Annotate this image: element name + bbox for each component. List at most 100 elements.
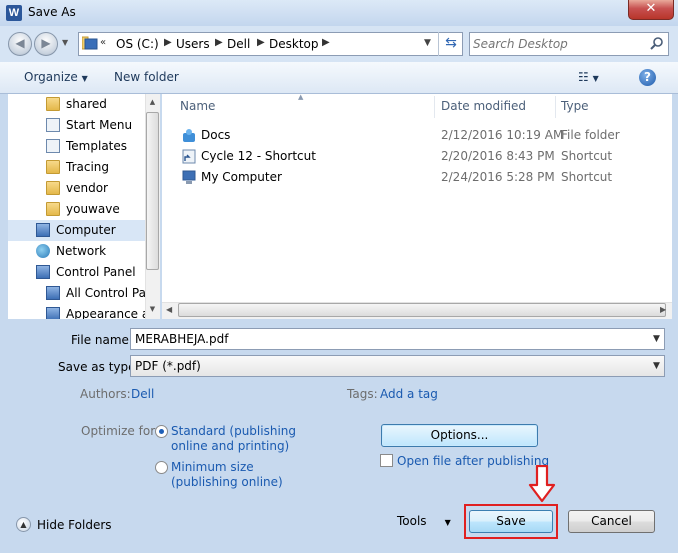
control-panel-icon: [36, 265, 50, 279]
back-button[interactable]: ◀: [8, 32, 32, 56]
scroll-right-icon[interactable]: ▶: [660, 305, 666, 314]
title-bar: [0, 0, 678, 26]
nav-item-network[interactable]: Network: [8, 241, 146, 262]
standard-label-line2: online and printing): [171, 439, 290, 453]
scroll-down-icon[interactable]: ▼: [146, 305, 159, 313]
toolbar: [0, 62, 678, 94]
optimize-for-label: Optimize for:: [81, 424, 159, 438]
annotation-arrow-icon: [528, 465, 556, 503]
view-icon: ☷: [578, 70, 589, 84]
nav-item-label: Tracing: [66, 160, 110, 174]
open-after-publishing-label[interactable]: Open file after publishing: [397, 454, 549, 468]
chevron-down-icon[interactable]: ▼: [653, 334, 660, 344]
nav-item-appearance[interactable]: Appearance ar: [8, 304, 154, 319]
hide-folders-icon[interactable]: ▲: [16, 517, 31, 532]
standard-radio[interactable]: [155, 425, 168, 438]
column-divider[interactable]: [434, 96, 435, 118]
network-icon: [36, 244, 50, 258]
organize-label: Organize: [24, 70, 78, 84]
breadcrumb-dell[interactable]: Dell: [227, 37, 250, 51]
file-type: Shortcut: [561, 170, 613, 184]
tools-button[interactable]: Tools ▼: [397, 514, 451, 528]
word-app-icon: W: [6, 5, 22, 21]
nav-item-templates[interactable]: Templates: [8, 136, 146, 157]
breadcrumb-users[interactable]: Users: [176, 37, 210, 51]
file-row-my-computer[interactable]: My Computer 2/24/2016 5:28 PM Shortcut: [176, 167, 666, 188]
breadcrumb-desktop[interactable]: Desktop: [269, 37, 319, 51]
refresh-icon[interactable]: ⇆: [438, 32, 463, 56]
navigation-pane[interactable]: shared Start Menu Templates Tracing vend…: [8, 94, 160, 319]
chevron-down-icon: ▼: [81, 74, 88, 83]
file-type: Shortcut: [561, 149, 613, 163]
nav-item-youwave[interactable]: youwave: [8, 199, 146, 220]
breadcrumb-separator[interactable]: ▶: [164, 37, 172, 48]
folder-location-icon: [82, 36, 98, 50]
window-title: Save As: [28, 5, 76, 19]
file-date: 2/24/2016 5:28 PM: [441, 170, 555, 184]
breadcrumb-separator[interactable]: ▶: [215, 37, 223, 48]
minimum-size-option-label[interactable]: Minimum size (publishing online): [171, 460, 283, 490]
minimum-size-radio[interactable]: [155, 461, 168, 474]
file-type: File folder: [561, 128, 620, 142]
folder-icon: [46, 97, 60, 111]
column-divider[interactable]: [555, 96, 556, 118]
breadcrumb-separator[interactable]: ▶: [322, 37, 330, 48]
control-panel-icon: [46, 307, 60, 319]
scroll-up-icon[interactable]: ▲: [146, 98, 159, 106]
file-name-input[interactable]: [130, 328, 665, 350]
search-input[interactable]: [473, 36, 643, 52]
nav-item-label: shared: [66, 97, 107, 111]
add-tag-link[interactable]: Add a tag: [380, 387, 438, 401]
save-as-type-select[interactable]: PDF (*.pdf): [130, 355, 665, 377]
shortcut-icon: [182, 149, 196, 164]
column-header-date[interactable]: Date modified: [441, 99, 526, 113]
scroll-left-icon[interactable]: ◀: [166, 305, 172, 314]
file-date: 2/20/2016 8:43 PM: [441, 149, 555, 163]
file-name: Docs: [201, 128, 231, 142]
save-button[interactable]: Save: [469, 510, 553, 533]
nav-item-label: Templates: [66, 139, 128, 153]
nav-item-start-menu[interactable]: Start Menu: [8, 115, 146, 136]
help-icon[interactable]: ?: [639, 69, 656, 86]
standard-label-line1: Standard (publishing: [171, 424, 297, 438]
file-list-scroll-thumb[interactable]: [178, 303, 666, 317]
nav-item-computer[interactable]: Computer: [8, 220, 146, 241]
nav-item-control-panel[interactable]: Control Panel: [8, 262, 146, 283]
recent-locations-dropdown[interactable]: ▼: [62, 38, 68, 47]
sort-ascending-icon: ▲: [298, 93, 304, 101]
options-button[interactable]: Options...: [381, 424, 538, 447]
hide-folders-button[interactable]: Hide Folders: [37, 518, 112, 532]
nav-item-shared[interactable]: shared: [8, 94, 146, 115]
docs-folder-icon: [183, 129, 195, 142]
folder-icon: [46, 181, 60, 195]
breadcrumb-separator[interactable]: ▶: [257, 37, 265, 48]
address-dropdown-arrow[interactable]: ▼: [424, 38, 431, 48]
chevron-down-icon: ▼: [592, 74, 599, 83]
nav-item-vendor[interactable]: vendor: [8, 178, 146, 199]
file-row-docs[interactable]: Docs 2/12/2016 10:19 AM File folder: [176, 125, 666, 146]
new-folder-button[interactable]: New folder: [114, 70, 179, 84]
nav-scroll-thumb[interactable]: [146, 112, 159, 270]
nav-item-tracing[interactable]: Tracing: [8, 157, 146, 178]
nav-item-all-control-panel[interactable]: All Control Par: [8, 283, 151, 304]
control-panel-icon: [46, 286, 60, 300]
file-name-label: File name:: [71, 333, 133, 347]
breadcrumb-overflow[interactable]: «: [100, 37, 106, 48]
cancel-button[interactable]: Cancel: [568, 510, 655, 533]
standard-option-label[interactable]: Standard (publishing online and printing…: [171, 424, 296, 454]
open-after-publishing-checkbox[interactable]: [380, 454, 393, 467]
search-icon[interactable]: [650, 36, 664, 50]
shortcut-icon: [46, 139, 60, 153]
close-button[interactable]: ✕: [628, 0, 674, 20]
chevron-down-icon[interactable]: ▼: [653, 361, 660, 371]
change-view-button[interactable]: ☷ ▼: [578, 70, 599, 84]
file-row-cycle-12-shortcut[interactable]: Cycle 12 - Shortcut 2/20/2016 8:43 PM Sh…: [176, 146, 666, 167]
organize-button[interactable]: Organize ▼: [24, 70, 88, 84]
column-header-type[interactable]: Type: [561, 99, 589, 113]
forward-button[interactable]: ▶: [34, 32, 58, 56]
column-header-name[interactable]: Name: [180, 99, 215, 113]
breadcrumb-os-c[interactable]: OS (C:): [116, 37, 159, 51]
authors-value[interactable]: Dell: [131, 387, 154, 401]
chevron-down-icon: ▼: [444, 518, 451, 527]
tags-label: Tags:: [347, 387, 378, 401]
